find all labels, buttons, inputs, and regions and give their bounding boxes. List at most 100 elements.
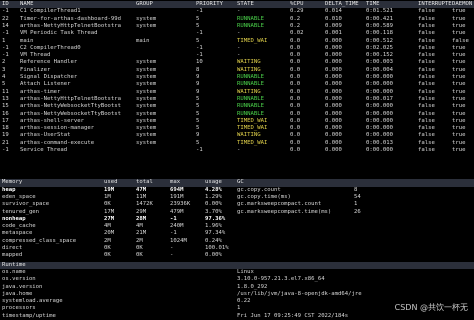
memory-cell: metaspace bbox=[2, 230, 33, 237]
runtime-cell: processors bbox=[2, 305, 36, 312]
thread-cell: 5 bbox=[196, 139, 200, 146]
thread-cell: 11 bbox=[2, 88, 9, 95]
memory-cell: 26 bbox=[354, 208, 361, 215]
thread-cell: 0.2 bbox=[290, 22, 301, 29]
memory-row: code_cache 4M 4M 240M 1.96% bbox=[0, 223, 474, 230]
thread-cell: 0:00.013 bbox=[366, 139, 393, 146]
memory-cell: 1472K bbox=[136, 201, 153, 208]
watermark: CSDN @共饮一杯无 bbox=[394, 303, 468, 312]
memory-cell: 1M bbox=[104, 193, 111, 200]
thread-cell: 5 bbox=[196, 22, 200, 29]
thread-cell: system bbox=[136, 66, 157, 73]
thread-cell: true bbox=[452, 117, 466, 124]
memory-cell: 19M bbox=[104, 186, 115, 193]
thread-cell: 18 bbox=[2, 125, 9, 132]
thread-cell: arthas-NettyWebsocketTtyBootst bbox=[20, 103, 122, 110]
memory-cell: 23936K bbox=[170, 201, 191, 208]
memory-cell: - bbox=[170, 245, 174, 251]
thread-cell: 0:00.000 bbox=[366, 103, 393, 110]
thread-cell: 0.0 bbox=[290, 117, 301, 124]
runtime-row: java.home/usr/lib/jvm/java-8-openjdk-amd… bbox=[0, 291, 474, 298]
thread-cell: WAITING bbox=[237, 132, 261, 139]
thread-cell: 0.0 bbox=[290, 44, 301, 51]
thread-cell: 9 bbox=[196, 132, 200, 139]
thread-cell: VM Periodic Task Thread bbox=[20, 30, 98, 37]
thread-cell: false bbox=[418, 74, 435, 80]
memory-cell: gc.copy.time(ms) bbox=[237, 193, 291, 200]
thread-cell: arthas-session-manager bbox=[20, 125, 95, 132]
thread-cell: 0.000 bbox=[325, 125, 342, 132]
thread-cell: 9 bbox=[196, 81, 200, 88]
thread-header-cell: GROUP bbox=[136, 1, 153, 7]
memory-cell: - bbox=[170, 252, 174, 259]
thread-cell: system bbox=[136, 132, 157, 139]
thread-cell: 5 bbox=[196, 37, 200, 44]
memory-cell: 1 bbox=[354, 201, 358, 208]
memory-cell: 29M bbox=[136, 208, 147, 215]
thread-cell: 0:00.004 bbox=[366, 66, 393, 73]
thread-cell: 16 bbox=[2, 110, 9, 117]
thread-row: -1 VM Periodic Task Thread -1 - 0.02 0.001 0:0… bbox=[0, 30, 474, 37]
runtime-cell: 3.10.0-957.21.3.el7.x86_64 bbox=[237, 276, 325, 283]
thread-cell: -1 bbox=[2, 52, 9, 59]
thread-cell: - bbox=[237, 147, 241, 153]
thread-cell: 0.001 bbox=[325, 30, 342, 37]
memory-cell: 240M bbox=[170, 223, 184, 230]
thread-cell: false bbox=[418, 22, 435, 29]
memory-cell: nonheap bbox=[2, 215, 26, 222]
thread-cell: 2 bbox=[2, 59, 6, 66]
memory-row: eden_space 1M 11M 191M 1.29% gc.copy.time(ms)… bbox=[0, 194, 474, 201]
thread-cell: false bbox=[418, 110, 435, 117]
runtime-row: os.name Linux bbox=[0, 269, 474, 276]
thread-cell: 0:00.589 bbox=[366, 22, 393, 29]
thread-cell: 0:00.017 bbox=[366, 95, 393, 102]
runtime-cell: os.name bbox=[2, 268, 26, 275]
memory-cell: 21M bbox=[136, 230, 147, 237]
thread-cell: 0:00.152 bbox=[366, 52, 393, 59]
thread-cell: system bbox=[136, 22, 157, 29]
memory-cell: 4.28% bbox=[205, 186, 222, 193]
thread-row: 16 arthas-NettyWebsocketTtyBootst system 5 R… bbox=[0, 111, 474, 118]
memory-cell: 28M bbox=[136, 215, 147, 222]
thread-cell: 0.0 bbox=[290, 125, 301, 132]
memory-cell: 11M bbox=[136, 193, 147, 200]
thread-cell: RUNNABLE bbox=[237, 74, 264, 80]
thread-cell: arthas-shell-server bbox=[20, 117, 84, 124]
thread-cell: RUNNABLE bbox=[237, 81, 264, 88]
thread-cell: system bbox=[136, 117, 157, 124]
thread-cell: 22 bbox=[2, 15, 9, 22]
thread-cell: 5 bbox=[196, 15, 200, 22]
thread-cell: 0.0 bbox=[290, 59, 301, 66]
thread-cell: false bbox=[418, 8, 435, 15]
thread-cell: 0.000 bbox=[325, 74, 342, 80]
thread-cell: 0.0 bbox=[290, 103, 301, 110]
thread-cell: true bbox=[452, 22, 466, 29]
thread-cell: Reference Handler bbox=[20, 59, 78, 66]
thread-cell: 0.2 bbox=[290, 15, 301, 22]
memory-row: mapped 0K 0K - 0.00% bbox=[0, 252, 474, 259]
thread-cell: false bbox=[418, 52, 435, 59]
thread-cell: true bbox=[452, 44, 466, 51]
thread-cell: 0.000 bbox=[325, 103, 342, 110]
thread-cell: 0.009 bbox=[325, 22, 342, 29]
memory-cell: 479M bbox=[170, 208, 184, 215]
thread-cell: 0.000 bbox=[325, 37, 342, 44]
thread-row: 14 arthas-NettyHttpTelnetBootstra system 5 R… bbox=[0, 23, 474, 30]
thread-header-cell: DAEMON bbox=[452, 1, 473, 7]
thread-cell: 0.0 bbox=[290, 139, 301, 146]
runtime-row: os.version 3.10.0-957.21.3.el7.x86_64 bbox=[0, 276, 474, 283]
thread-cell: true bbox=[452, 147, 466, 153]
memory-cell: 0K bbox=[136, 252, 143, 259]
thread-cell: true bbox=[452, 30, 466, 37]
memory-cell: 0K bbox=[136, 245, 143, 251]
thread-cell: TIMED_WAI bbox=[237, 125, 268, 132]
thread-cell: false bbox=[418, 139, 435, 146]
thread-cell: arthas-command-execute bbox=[20, 139, 95, 146]
memory-cell: 17M bbox=[104, 208, 115, 215]
thread-cell: system bbox=[136, 139, 157, 146]
thread-cell: false bbox=[418, 125, 435, 132]
memory-cell: heap bbox=[2, 186, 16, 193]
thread-cell: - bbox=[237, 30, 241, 37]
thread-cell: 0:00.000 bbox=[366, 147, 393, 153]
thread-cell: false bbox=[418, 117, 435, 124]
